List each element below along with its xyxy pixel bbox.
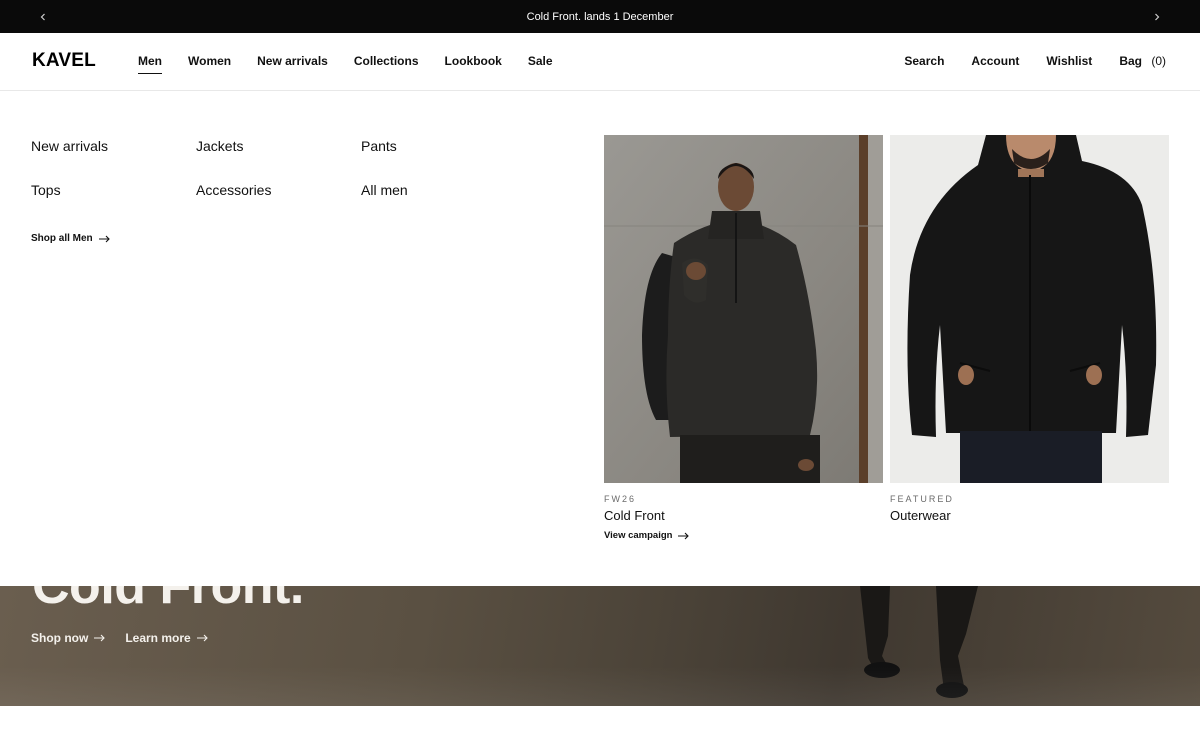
featured-image[interactable] xyxy=(890,135,1169,483)
nav-sale[interactable]: Sale xyxy=(528,54,553,74)
arrow-right-icon xyxy=(678,532,690,539)
hero-title: Cold Front. xyxy=(32,586,304,615)
search-link[interactable]: Search xyxy=(904,54,944,68)
mega-menu-column: Pants All men xyxy=(361,138,408,226)
learn-more-link[interactable]: Learn more xyxy=(125,631,208,645)
chevron-left-icon[interactable] xyxy=(31,0,55,33)
bag-count: (0) xyxy=(1151,54,1166,68)
menu-link-accessories[interactable]: Accessories xyxy=(196,182,271,226)
card-eyebrow: FEATURED xyxy=(890,494,954,504)
hero-banner: Cold Front. Shop now Learn more xyxy=(0,586,1200,706)
utility-nav: Search Account Wishlist Bag (0) xyxy=(877,54,1166,68)
brand-logo[interactable]: KAVEL xyxy=(32,50,96,72)
bag-label: Bag xyxy=(1119,54,1142,68)
menu-link-all-men[interactable]: All men xyxy=(361,182,408,226)
menu-link-pants[interactable]: Pants xyxy=(361,138,408,182)
card-title: Outerwear xyxy=(890,508,951,523)
menu-link-new-arrivals[interactable]: New arrivals xyxy=(31,138,108,182)
shop-all-men-link[interactable]: Shop all Men xyxy=(31,233,110,244)
announcement-bar: Cold Front. lands 1 December xyxy=(0,0,1200,33)
hero-links: Shop now Learn more xyxy=(31,631,228,645)
nav-men[interactable]: Men xyxy=(138,54,162,74)
nav-women[interactable]: Women xyxy=(188,54,231,74)
menu-link-jackets[interactable]: Jackets xyxy=(196,138,271,182)
account-link[interactable]: Account xyxy=(971,54,1019,68)
bag-link[interactable]: Bag (0) xyxy=(1119,54,1166,68)
view-campaign-link[interactable]: View campaign xyxy=(604,530,883,541)
card-eyebrow: FW26 xyxy=(604,494,637,504)
mega-menu-men: New arrivals Tops Jackets Accessories Pa… xyxy=(0,92,1200,586)
arrow-right-icon xyxy=(98,235,110,242)
wishlist-link[interactable]: Wishlist xyxy=(1046,54,1092,68)
card-title: Cold Front xyxy=(604,508,665,523)
nav-collections[interactable]: Collections xyxy=(354,54,419,74)
announcement-text: Cold Front. lands 1 December xyxy=(526,10,674,23)
featured-card: FEATURED Outerwear xyxy=(890,135,1169,523)
chevron-right-icon[interactable] xyxy=(1145,0,1169,33)
main-nav: Men Women New arrivals Collections Lookb… xyxy=(138,54,579,74)
site-header: KAVEL Men Women New arrivals Collections… xyxy=(0,33,1200,91)
campaign-image[interactable] xyxy=(604,135,883,483)
nav-new-arrivals[interactable]: New arrivals xyxy=(257,54,328,74)
nav-lookbook[interactable]: Lookbook xyxy=(445,54,502,74)
mega-menu-column: New arrivals Tops xyxy=(31,138,108,226)
arrow-right-icon xyxy=(196,634,208,642)
campaign-card: FW26 Cold Front View campaign xyxy=(604,135,883,541)
arrow-right-icon xyxy=(94,634,106,642)
shop-now-link[interactable]: Shop now xyxy=(31,631,106,645)
menu-link-tops[interactable]: Tops xyxy=(31,182,108,226)
mega-menu-column: Jackets Accessories xyxy=(196,138,271,226)
